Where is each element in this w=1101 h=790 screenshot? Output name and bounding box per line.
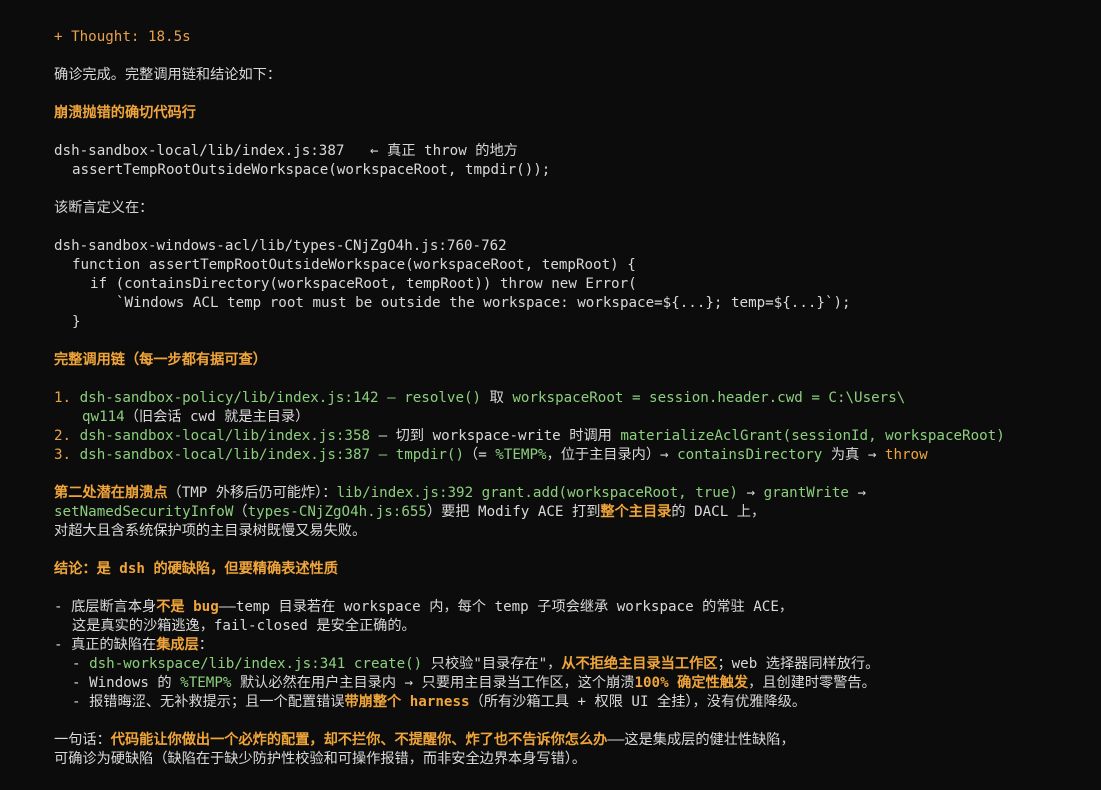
section-heading-crash-line: 崩溃抛错的确切代码行 bbox=[54, 105, 196, 121]
text: ——这是集成层的健壮性缺陷， bbox=[607, 732, 795, 748]
text: ——temp 目录若在 workspace 内，每个 temp 子项会继承 wo… bbox=[218, 599, 794, 615]
code-ref: types-CNjZgO4h.js:655 bbox=[247, 504, 427, 520]
emphasis: 集成层 bbox=[156, 637, 199, 653]
text: - 底层断言本身 bbox=[54, 599, 157, 615]
text: （所有沙箱工具 + 权限 UI 全挂），没有优雅降级。 bbox=[469, 694, 807, 710]
text: 的 DACL 上， bbox=[671, 504, 766, 520]
list-item: 3. dsh-sandbox-local/lib/index.js:387 — … bbox=[54, 446, 1071, 465]
list-number: 1. bbox=[54, 390, 72, 406]
list-item: 2. dsh-sandbox-local/lib/index.js:358 — … bbox=[54, 427, 1071, 446]
emphasis: 整个主目录 bbox=[600, 504, 672, 520]
code-comment: ← 真正 throw 的地方 bbox=[344, 143, 518, 159]
text: ；web 选择器同样放行。 bbox=[717, 656, 880, 672]
emphasis: 从不拒绝主目录当工作区 bbox=[561, 656, 718, 672]
code-line: assertTempRootOutsideWorkspace(workspace… bbox=[72, 162, 551, 178]
code-block-crash: dsh-sandbox-local/lib/index.js:387 ← 真正 … bbox=[54, 142, 1071, 161]
code-ref: dsh-sandbox-local/lib/index.js:387 — tmp… bbox=[79, 447, 465, 463]
text: ）要把 Modify ACE 打到 bbox=[426, 504, 601, 520]
emphasis: 100% 确定性触发 bbox=[634, 675, 749, 691]
code-line: } bbox=[72, 314, 81, 330]
second-crash-point-cont: 对超大且含系统保护项的主目录树既慢又易失败。 bbox=[54, 523, 367, 539]
sub-bullet-item: - Windows 的 %TEMP% 默认必然在用户主目录内 → 只要用主目录当… bbox=[54, 674, 1071, 693]
terminal-output: + Thought: 18.5s 确诊完成。完整调用链和结论如下： 崩溃抛错的确… bbox=[0, 0, 1101, 790]
code-ref: workspaceRoot = session.header.cwd = C:\… bbox=[512, 390, 906, 406]
bullet-item: - 底层断言本身不是 bug——temp 目录若在 workspace 内，每个… bbox=[54, 598, 1071, 617]
second-crash-point: 第二处潜在崩溃点（TMP 外移后仍可能炸）：lib/index.js:392 g… bbox=[54, 484, 1071, 503]
summary-line: 一句话：代码能让你做出一个必炸的配置，却不拦你、不提醒你、炸了也不告诉你怎么办—… bbox=[54, 731, 1071, 750]
intro-text: 确诊完成。完整调用链和结论如下： bbox=[54, 67, 282, 83]
text: ： bbox=[198, 637, 213, 653]
list-text: 为真 → bbox=[822, 447, 885, 463]
code-ref: throw bbox=[884, 447, 928, 463]
list-text: ，位于主目录内）→ bbox=[546, 447, 678, 463]
code-ref: grantWrite bbox=[763, 485, 849, 501]
bullet-item-cont: 这是真实的沙箱逃逸，fail-closed 是安全正确的。 bbox=[72, 618, 416, 634]
code-ref: dsh-sandbox-local/lib/index.js:358 bbox=[79, 428, 371, 444]
code-ref: setNamedSecurityInfoW bbox=[54, 504, 234, 520]
code-ref: %TEMP% bbox=[180, 675, 232, 691]
text: 只校验"目录存在"， bbox=[422, 656, 562, 672]
emphasis: 带崩整个 harness bbox=[344, 694, 470, 710]
code-ref: containsDirectory bbox=[677, 447, 823, 463]
code-line: if (containsDirectory(workspaceRoot, tem… bbox=[90, 276, 637, 292]
list-item: 1. dsh-sandbox-policy/lib/index.js:142 —… bbox=[54, 389, 1071, 408]
text: 一句话： bbox=[54, 732, 111, 748]
code-line: dsh-sandbox-windows-acl/lib/types-CNjZgO… bbox=[54, 238, 507, 254]
section-heading-call-chain: 完整调用链（每一步都有据可查） bbox=[54, 352, 267, 368]
list-text: — 切到 workspace-write 时调用 bbox=[370, 428, 621, 444]
code-ref: lib/index.js:392 grant.add(workspaceRoot… bbox=[336, 485, 738, 501]
code-ref: dsh-sandbox-policy/lib/index.js:142 — re… bbox=[79, 390, 482, 406]
text: → bbox=[848, 485, 867, 501]
text: 默认必然在用户主目录内 → 只要用主目录当工作区，这个崩溃 bbox=[231, 675, 635, 691]
sub-bullet-item: - 报错晦涩、无补救提示；且一个配置错误带崩整个 harness（所有沙箱工具 … bbox=[54, 693, 1071, 712]
emphasis: 不是 bug bbox=[156, 599, 219, 615]
list-text: （旧会话 cwd 就是主目录） bbox=[124, 409, 310, 425]
summary-line-cont: 可确诊为硬缺陷（缺陷在于缺少防护性校验和可操作报错，而非安全边界本身写错）。 bbox=[54, 751, 587, 767]
text: - Windows 的 bbox=[72, 675, 181, 691]
list-number: 2. bbox=[54, 428, 72, 444]
text: （TMP 外移后仍可能炸）： bbox=[167, 485, 337, 501]
section-heading-conclusion: 结论：是 dsh 的硬缺陷，但要精确表述性质 bbox=[54, 561, 338, 577]
code-ref: materializeAclGrant(sessionId, workspace… bbox=[620, 428, 1005, 444]
text: - 真正的缺陷在 bbox=[54, 637, 157, 653]
code-ref: dsh-workspace/lib/index.js:341 create() bbox=[89, 656, 423, 672]
bullet-item: - 真正的缺陷在集成层： bbox=[54, 636, 1071, 655]
definition-label: 该断言定义在： bbox=[54, 200, 154, 216]
list-item-continuation: qw114（旧会话 cwd 就是主目录） bbox=[54, 408, 1071, 427]
text: → bbox=[737, 485, 764, 501]
code-ref: qw114 bbox=[82, 409, 125, 425]
list-text: 取 bbox=[481, 390, 513, 406]
code-line: function assertTempRootOutsideWorkspace(… bbox=[72, 257, 636, 273]
text: （ bbox=[233, 504, 248, 520]
sub-bullet-item: - dsh-workspace/lib/index.js:341 create(… bbox=[54, 655, 1071, 674]
text: ，且创建时零警告。 bbox=[748, 675, 876, 691]
emphasis: 第二处潜在崩溃点 bbox=[54, 485, 168, 501]
text: - 报错晦涩、无补救提示；且一个配置错误 bbox=[72, 694, 345, 710]
code-path: dsh-sandbox-local/lib/index.js:387 bbox=[54, 143, 345, 159]
thought-toggle[interactable]: + Thought: 18.5s bbox=[54, 28, 1071, 47]
list-text: （= bbox=[464, 447, 496, 463]
code-line: `Windows ACL temp root must be outside t… bbox=[116, 295, 851, 311]
list-number: 3. bbox=[54, 447, 72, 463]
emphasis: 代码能让你做出一个必炸的配置，却不拦你、不提醒你、炸了也不告诉你怎么办 bbox=[110, 732, 608, 748]
text: - bbox=[72, 656, 90, 672]
second-crash-point-cont: setNamedSecurityInfoW（types-CNjZgO4h.js:… bbox=[54, 503, 1071, 522]
code-ref: %TEMP% bbox=[495, 447, 547, 463]
